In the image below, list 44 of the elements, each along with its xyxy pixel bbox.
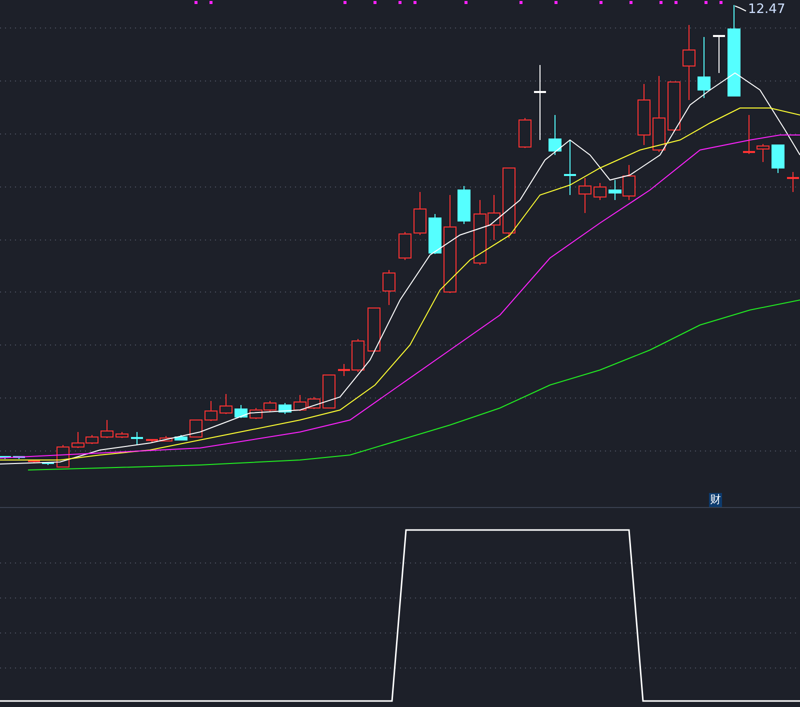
candlestick [250, 408, 262, 420]
finance-badge: 财 [709, 493, 722, 507]
candlestick [264, 400, 276, 412]
candlestick [352, 338, 364, 372]
candlestick [338, 364, 350, 376]
candlestick [190, 420, 202, 438]
candlestick [100, 420, 114, 438]
candlestick [160, 436, 172, 442]
candlestick [713, 35, 725, 74]
candlestick [0, 456, 11, 460]
candlestick [594, 182, 606, 200]
candlestick [398, 232, 412, 260]
candlestick [278, 402, 292, 414]
candlestick [28, 460, 40, 464]
candlestick [787, 172, 799, 192]
candlestick [414, 192, 426, 236]
high-price-label: 12.47 [748, 2, 786, 17]
candlestick [42, 462, 54, 466]
candlestick [502, 168, 516, 238]
candlestick [234, 404, 248, 418]
candlestick [578, 178, 592, 214]
candlestick [294, 394, 306, 412]
candlestick [308, 396, 320, 410]
candlestick [668, 82, 680, 132]
candlestick [116, 432, 128, 438]
candlestick [756, 144, 770, 162]
candlestick [131, 432, 143, 446]
candlestick [428, 214, 442, 254]
candlestick [698, 36, 710, 98]
candlestick [322, 374, 336, 408]
candlestick [146, 439, 158, 442]
candlestick [638, 84, 650, 146]
candlestick [174, 434, 188, 440]
candlestick [382, 270, 396, 306]
candlestick [368, 308, 380, 352]
candlestick [743, 114, 755, 154]
candlestick [13, 456, 25, 460]
candlestick [220, 394, 232, 414]
candlestick [548, 114, 562, 156]
candlestick [518, 118, 532, 148]
leader-line [734, 6, 746, 12]
candlestick [204, 400, 218, 422]
candlestick [772, 144, 784, 174]
candlestick [564, 140, 576, 196]
